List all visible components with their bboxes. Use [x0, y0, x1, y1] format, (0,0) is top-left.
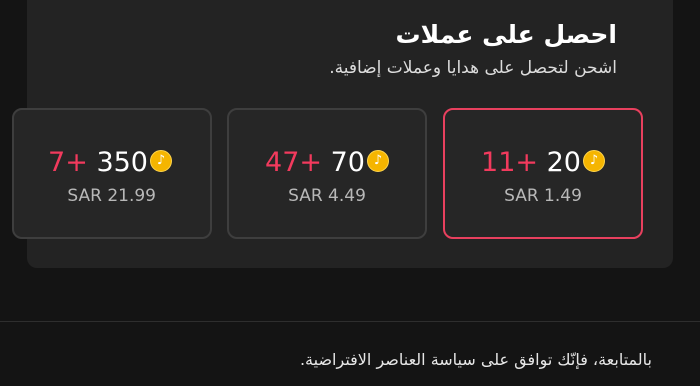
package-price: SAR 21.99 [67, 186, 156, 206]
coin-amount: 350 [96, 147, 148, 178]
bonus-coins: 11+ [481, 147, 539, 178]
tiktok-coin-icon: ♪ [366, 149, 389, 172]
virtual-items-policy-notice[interactable]: بالمتابعة، فإنّك توافق على سياسة العناصر… [300, 350, 652, 369]
package-amount-row: 47+ 70 ♪ [229, 146, 425, 180]
bonus-coins: 47+ [265, 147, 323, 178]
tiktok-coin-icon: ♪ [582, 149, 605, 172]
page-subtitle: اشحن لتحصل على هدايا وعملات إضافية. [329, 58, 617, 78]
package-amount-row: 11+ 20 ♪ [445, 146, 641, 180]
package-price: SAR 4.49 [288, 186, 366, 206]
coin-package-20[interactable]: 11+ 20 ♪ SAR 1.49 [443, 108, 643, 239]
package-amount-row: 7+ 350 ♪ [48, 146, 172, 180]
tiktok-coin-icon: ♪ [150, 149, 172, 172]
coin-amount: 20 [546, 147, 581, 178]
bonus-coins: 7+ [48, 147, 88, 178]
divider [0, 321, 700, 322]
coin-package-70[interactable]: 47+ 70 ♪ SAR 4.49 [227, 108, 427, 239]
page-title: احصل على عملات [395, 20, 617, 49]
coin-amount: 70 [330, 147, 365, 178]
package-price: SAR 1.49 [504, 186, 582, 206]
coin-package-350[interactable]: 7+ 350 ♪ SAR 21.99 [12, 108, 212, 239]
